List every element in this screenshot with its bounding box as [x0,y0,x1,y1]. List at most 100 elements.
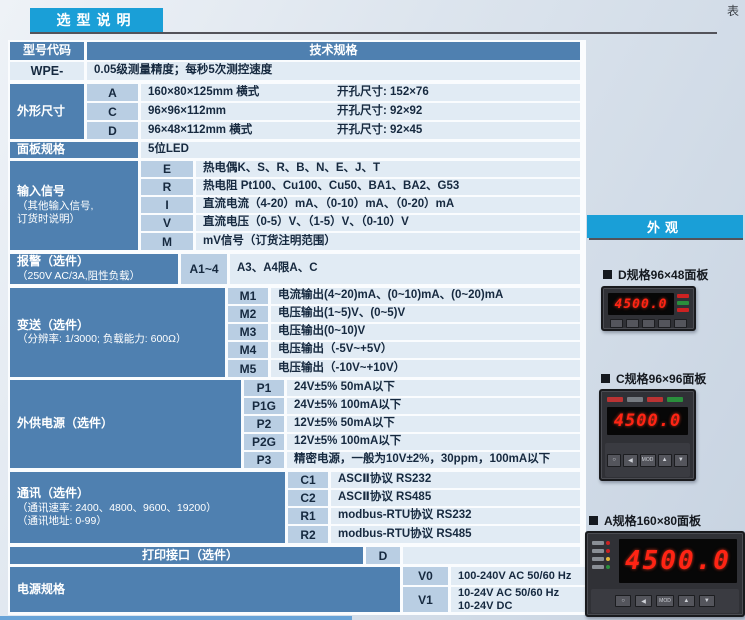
square-bullet-icon [589,516,598,525]
panel-c-lower-area: ○ ◀ MOD ▲ ▼ [605,443,690,477]
model-spec: 0.05级测量精度；每秒5次测控速度 [87,62,580,80]
panel-d-display: 4500.0 [608,293,674,315]
input-code-m: M [141,233,193,250]
page-corner-label: 表 [727,2,739,19]
panel-c-label: C规格96×96面板 [601,370,706,387]
meter-button-shift: ◀ [623,454,637,467]
comm-spec-r2: modbus-RTU协议 RS485 [331,526,580,543]
alarm-label-main: 报警（选件） [17,254,89,270]
dim-spec-a: 160×80×125mm 横式 开孔尺寸: 152×76 [141,84,580,101]
comm-spec-c2: ASCⅡ协议 RS485 [331,490,580,506]
input-label-main: 输入信号 [17,184,65,200]
square-bullet-icon [601,374,610,383]
extpower-spec-p2g: 12V±5% 100mA以下 [287,434,580,450]
appearance-title: 外观 [587,215,743,238]
input-label-sub1: （其他输入信号, [17,200,93,214]
dim-spec-c-size: 96×96×112mm [148,105,226,118]
transmit-spec-m3: 电压输出(0~10)V [271,324,580,340]
title-rule [30,32,717,34]
led-label-icon [592,565,604,569]
led-red-icon [677,308,689,312]
section-label-panel-spec: 面板规格 [10,142,138,158]
square-bullet-icon [603,270,612,279]
panel-d-label: D规格96×48面板 [603,266,708,283]
meter-button-down: ▼ [699,595,715,607]
section-label-comm: 通讯（选件） （通讯速率: 2400、4800、9600、19200） （通讯地… [10,472,285,543]
dim-spec-c-cutout: 开孔尺寸: 92×92 [337,103,422,120]
spec-sheet-page: 表 选型说明 型号代码 技术规格 WPE- 0.05级测量精度；每秒5次测控速度… [0,0,745,620]
panel-a-label: A规格160×80面板 [589,512,701,529]
section-label-print: 打印接口（选件） [10,547,363,564]
extpower-spec-p2: 12V±5% 50mA以下 [287,416,580,432]
comm-code-r1: R1 [288,508,328,524]
section-label-power: 电源规格 [10,567,400,612]
transmit-spec-m2: 电压输出(1~5)V、(0~5)V [271,306,580,322]
power-spec-v1-line2: 10-24V DC [458,600,512,613]
section-label-input: 输入信号 （其他输入信号, 订货时说明） [10,161,138,250]
transmit-label-sub: （分辨率: 1/3000; 负载能力: 600Ω） [17,333,187,347]
comm-code-c2: C2 [288,490,328,506]
led-red-icon [606,541,610,545]
dim-code-a: A [87,84,138,101]
led-label-icon [592,557,604,561]
panel-c-buttons: ○ ◀ MOD ▲ ▼ [607,454,688,466]
panel-spec-value: 5位LED [141,142,580,158]
panel-c-display: 4500.0 [607,407,688,435]
dim-spec-a-cutout: 开孔尺寸: 152×76 [337,84,429,101]
input-spec-i: 直流电流（4-20）mA、（0-10）mA、（0-20）mA [196,197,580,213]
transmit-spec-m4: 电压输出（-5V~+5V） [271,342,580,358]
comm-spec-r1: modbus-RTU协议 RS232 [331,508,580,524]
col-header-spec: 技术规格 [87,42,580,60]
input-spec-r: 热电阻 Pt100、Cu100、Cu50、BA1、BA2、G53 [196,179,580,195]
meter-button [658,319,671,328]
input-code-r: R [141,179,193,195]
panel-c-display-value: 4500.0 [614,411,681,431]
section-label-ext-power: 外供电源（选件） [10,380,241,468]
meter-button [674,319,687,328]
bottom-strip [0,616,352,620]
meter-button-power: ○ [607,454,621,467]
meter-button-up: ▲ [678,595,694,607]
transmit-code-m3: M3 [228,324,268,340]
comm-code-c1: C1 [288,472,328,488]
dim-code-c: C [87,103,138,120]
meter-button-mod: MOD [656,595,674,607]
input-code-i: I [141,197,193,213]
input-code-e: E [141,161,193,177]
transmit-label-main: 变送（选件） [17,318,89,334]
extpower-code-p1: P1 [244,380,284,396]
power-spec-v0: 100-240V AC 50/60 Hz [451,567,585,585]
panel-d-buttons [608,319,689,328]
dim-code-d: D [87,122,138,139]
panel-c-image: 4500.0 ○ ◀ MOD ▲ ▼ [599,389,696,481]
panel-a-display-value: 4500.0 [625,546,731,576]
page-title: 选型说明 [30,8,163,32]
print-spec-empty [403,547,580,564]
meter-button-mod: MOD [640,454,656,467]
led-green-icon [677,301,689,305]
panel-a-image: 4500.0 ○ ◀ MOD ▲ ▼ [585,531,745,617]
panel-d-display-value: 4500.0 [615,297,668,312]
meter-button [626,319,639,328]
meter-button [642,319,655,328]
transmit-code-m2: M2 [228,306,268,322]
col-header-model: 型号代码 [10,42,84,60]
dim-spec-d-cutout: 开孔尺寸: 92×45 [337,122,422,139]
led-gray-icon [627,397,643,402]
section-label-dimensions: 外形尺寸 [10,84,84,139]
meter-button [610,319,623,328]
power-code-v0: V0 [403,567,448,585]
panel-d-label-text: D规格96×48面板 [618,268,708,282]
transmit-spec-m1: 电流输出(4~20)mA、(0~10)mA、(0~20)mA [271,288,580,304]
dim-spec-d: 96×48×112mm 横式 开孔尺寸: 92×45 [141,122,580,139]
panel-a-display: 4500.0 [619,539,737,583]
extpower-code-p1g: P1G [244,398,284,414]
comm-code-r2: R2 [288,526,328,543]
transmit-code-m4: M4 [228,342,268,358]
input-spec-e: 热电偶K、S、R、B、N、E、J、T [196,161,580,177]
panel-c-indicator-leds [607,397,688,403]
appearance-title-shadow [589,238,743,240]
dim-spec-a-size: 160×80×125mm 横式 [148,86,259,99]
extpower-spec-p3: 精密电源，一般为10V±2%，30ppm，100mA以下 [287,452,580,468]
panel-a-label-text: A规格160×80面板 [604,514,701,528]
